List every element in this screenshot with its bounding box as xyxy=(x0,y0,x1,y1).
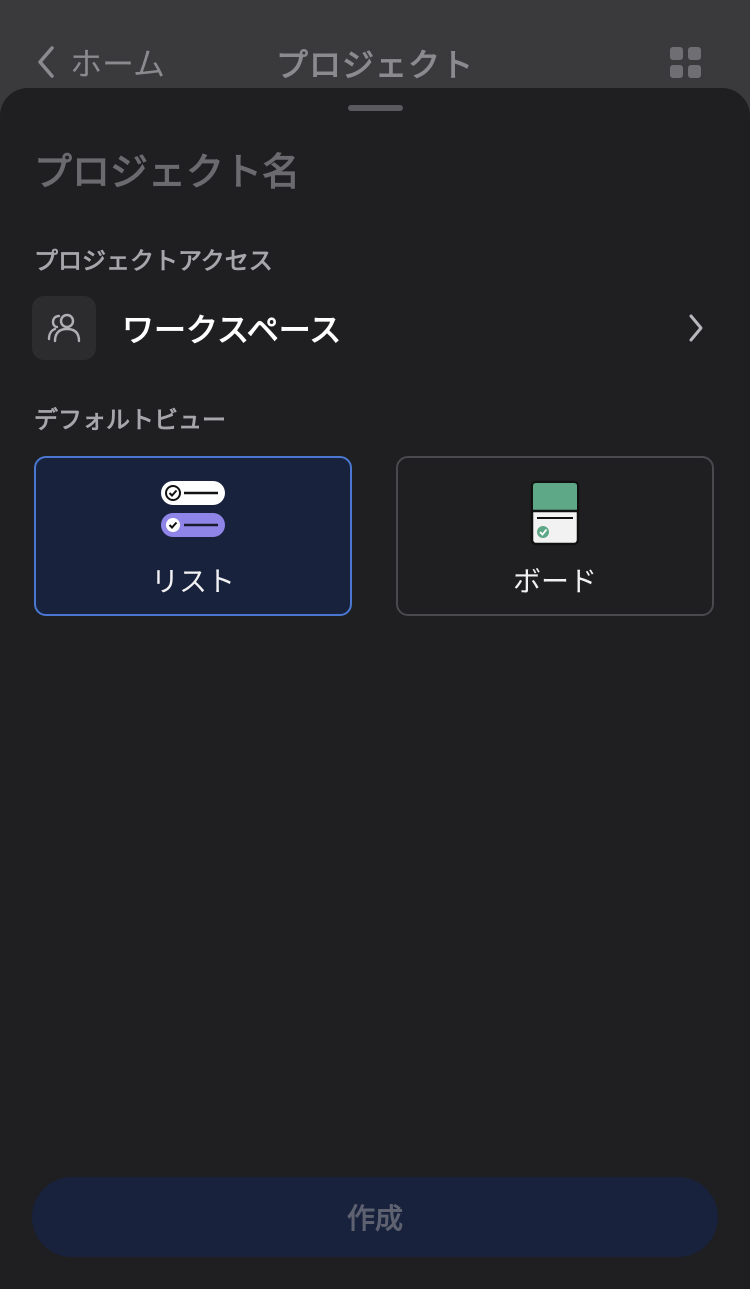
board-view-option[interactable]: ボード xyxy=(396,456,714,616)
people-icon xyxy=(32,296,96,360)
board-view-icon xyxy=(530,480,580,546)
list-view-icon xyxy=(161,481,225,537)
chevron-right-icon xyxy=(689,314,703,342)
project-access-value: ワークスペース xyxy=(122,311,342,349)
project-access-selector[interactable]: ワークスペース xyxy=(32,296,718,360)
list-view-option[interactable]: リスト xyxy=(34,456,352,616)
page-title: プロジェクト xyxy=(275,46,474,84)
project-access-heading: プロジェクトアクセス xyxy=(34,247,273,275)
default-view-heading: デフォルトビュー xyxy=(34,406,226,434)
list-view-label: リスト xyxy=(150,565,235,598)
sheet-drag-handle[interactable] xyxy=(348,105,403,111)
project-name-input[interactable] xyxy=(34,150,714,194)
create-button[interactable]: 作成 xyxy=(32,1177,718,1257)
board-view-label: ボード xyxy=(512,565,597,598)
grid-icon[interactable] xyxy=(670,47,702,79)
create-project-sheet: プロジェクトアクセス ワークスペース デフォルトビュー xyxy=(0,88,750,1289)
